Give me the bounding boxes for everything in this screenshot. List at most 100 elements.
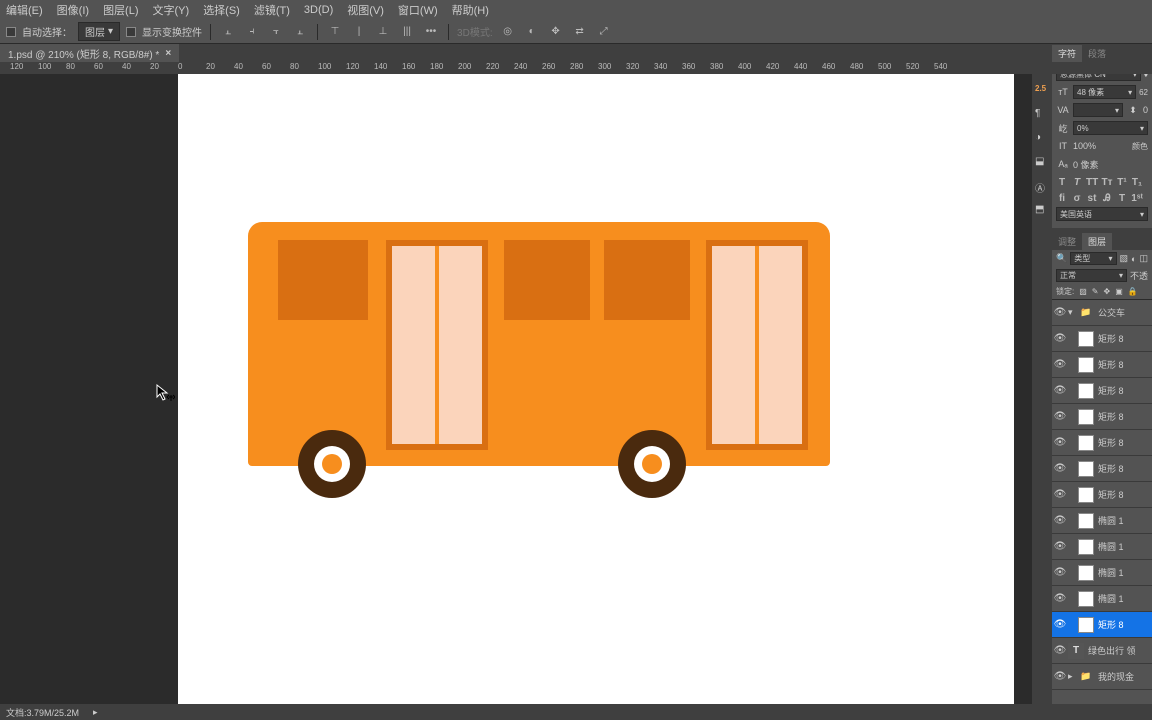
auto-select-checkbox[interactable] — [6, 27, 16, 37]
menu-3d[interactable]: 3D(D) — [304, 4, 333, 16]
panel-icon-5[interactable]: ⬒ — [1035, 204, 1049, 218]
expand-arrow-icon[interactable]: ▸ — [1068, 671, 1078, 682]
layer-row[interactable]: 👁椭圆 1 — [1052, 508, 1152, 534]
vertical-scale[interactable]: 100% — [1073, 141, 1096, 151]
layer-row[interactable]: 👁椭圆 1 — [1052, 534, 1152, 560]
menu-select[interactable]: 选择(S) — [203, 2, 240, 18]
layer-row[interactable]: 👁▾📁公交车 — [1052, 300, 1152, 326]
align-v-bot-icon[interactable]: ⊥ — [374, 23, 392, 41]
visibility-toggle-icon[interactable]: 👁 — [1052, 307, 1068, 318]
lock-all-icon[interactable]: 🔒 — [1128, 287, 1138, 296]
document-tab[interactable]: 1.psd @ 210% (矩形 8, RGB/8#) * × — [0, 44, 179, 62]
layer-row[interactable]: 👁矩形 8 — [1052, 404, 1152, 430]
layers-list[interactable]: 👁▾📁公交车👁矩形 8👁矩形 8👁矩形 8👁矩形 8👁矩形 8👁矩形 8👁矩形 … — [1052, 300, 1152, 720]
visibility-toggle-icon[interactable]: 👁 — [1052, 385, 1068, 396]
lock-artboard-icon[interactable]: ▣ — [1115, 287, 1123, 296]
3d-zoom-icon[interactable]: ⤢ — [595, 23, 613, 41]
layer-row[interactable]: 👁椭圆 1 — [1052, 560, 1152, 586]
align-center-h-icon[interactable]: ⫞ — [243, 23, 261, 41]
align-right-icon[interactable]: ⫟ — [267, 23, 285, 41]
layer-row[interactable]: 👁T绿色出行 领 — [1052, 638, 1152, 664]
font-size-dropdown[interactable]: 48 像素▾ — [1073, 85, 1136, 99]
3d-orbit-icon[interactable]: ◎ — [499, 23, 517, 41]
panel-icon-1[interactable]: ¶ — [1035, 108, 1049, 122]
filter-pixel-icon[interactable]: ▧ — [1120, 253, 1129, 264]
menu-image[interactable]: 图像(I) — [57, 2, 89, 18]
layer-row[interactable]: 👁矩形 8 — [1052, 326, 1152, 352]
visibility-toggle-icon[interactable]: 👁 — [1052, 411, 1068, 422]
close-tab-icon[interactable]: × — [165, 48, 171, 59]
panel-icon-2[interactable]: ◑ — [1035, 132, 1049, 146]
search-icon[interactable]: 🔍 — [1056, 253, 1067, 264]
filter-kind-dropdown[interactable]: 类型▾ — [1070, 252, 1116, 265]
filter-smart-icon[interactable]: ◫ — [1139, 253, 1148, 264]
stylistic-button[interactable]: st — [1086, 193, 1098, 204]
layer-row[interactable]: 👁矩形 8 — [1052, 456, 1152, 482]
ligature-button[interactable]: fi — [1056, 193, 1068, 204]
panel-icon-4[interactable]: Ⓐ — [1035, 180, 1049, 194]
ordinals-button[interactable]: 1ˢᵗ — [1131, 193, 1143, 204]
3d-roll-icon[interactable]: ◐ — [523, 23, 541, 41]
panel-icon-3[interactable]: ⬓ — [1035, 156, 1049, 170]
paragraph-tab[interactable]: 段落 — [1082, 45, 1112, 62]
align-v-top-icon[interactable]: ⊤ — [326, 23, 344, 41]
subscript-button[interactable]: T₁ — [1131, 177, 1143, 188]
layer-row[interactable]: 👁椭圆 1 — [1052, 586, 1152, 612]
menu-help[interactable]: 帮助(H) — [452, 2, 489, 18]
layer-row[interactable]: 👁矩形 8 — [1052, 482, 1152, 508]
kerning-dropdown[interactable]: ▾ — [1073, 103, 1123, 117]
align-v-mid-icon[interactable]: | — [350, 23, 368, 41]
adjustments-tab[interactable]: 调整 — [1052, 233, 1082, 250]
menu-filter[interactable]: 滤镜(T) — [254, 2, 290, 18]
lock-brush-icon[interactable]: ✎ — [1092, 287, 1099, 296]
baseline-shift[interactable]: 0 像素 — [1073, 158, 1099, 171]
visibility-toggle-icon[interactable]: 👁 — [1052, 359, 1068, 370]
layer-row[interactable]: 👁矩形 8 — [1052, 612, 1152, 638]
oldstyle-button[interactable]: σ — [1071, 193, 1083, 204]
visibility-toggle-icon[interactable]: 👁 — [1052, 463, 1068, 474]
lock-position-icon[interactable]: ✥ — [1104, 287, 1111, 296]
layers-tab[interactable]: 图层 — [1082, 233, 1112, 250]
canvas-area[interactable] — [0, 74, 1032, 704]
align-top-icon[interactable]: ⫠ — [291, 23, 309, 41]
distribute-icon[interactable]: ||| — [398, 23, 416, 41]
visibility-toggle-icon[interactable]: 👁 — [1052, 645, 1068, 656]
3d-pan-icon[interactable]: ✥ — [547, 23, 565, 41]
smallcaps-button[interactable]: Tᴛ — [1101, 177, 1113, 188]
target-dropdown[interactable]: 图层▾ — [78, 22, 120, 41]
align-left-icon[interactable]: ⫠ — [219, 23, 237, 41]
visibility-toggle-icon[interactable]: 👁 — [1052, 567, 1068, 578]
menu-view[interactable]: 视图(V) — [347, 2, 384, 18]
filter-adjust-icon[interactable]: ◐ — [1131, 254, 1136, 264]
visibility-toggle-icon[interactable]: 👁 — [1052, 489, 1068, 500]
italic-button[interactable]: T — [1071, 177, 1083, 188]
layer-row[interactable]: 👁矩形 8 — [1052, 378, 1152, 404]
visibility-toggle-icon[interactable]: 👁 — [1052, 619, 1068, 630]
bold-button[interactable]: T — [1056, 177, 1068, 188]
scale-dropdown[interactable]: 0%▾ — [1073, 121, 1148, 135]
status-arrow[interactable]: ▸ — [93, 707, 98, 718]
visibility-toggle-icon[interactable]: 👁 — [1052, 515, 1068, 526]
visibility-toggle-icon[interactable]: 👁 — [1052, 541, 1068, 552]
transform-controls-checkbox[interactable] — [126, 27, 136, 37]
visibility-toggle-icon[interactable]: 👁 — [1052, 437, 1068, 448]
language-dropdown[interactable]: 美国英语▾ — [1056, 207, 1148, 221]
layer-row[interactable]: 👁▸📁我的现金 — [1052, 664, 1152, 690]
visibility-toggle-icon[interactable]: 👁 — [1052, 333, 1068, 344]
swash-button[interactable]: Ꭿ — [1101, 193, 1113, 204]
visibility-toggle-icon[interactable]: 👁 — [1052, 671, 1068, 682]
blend-mode-dropdown[interactable]: 正常▾ — [1056, 269, 1127, 282]
3d-slide-icon[interactable]: ⇄ — [571, 23, 589, 41]
menu-type[interactable]: 文字(Y) — [153, 2, 190, 18]
layer-row[interactable]: 👁矩形 8 — [1052, 352, 1152, 378]
menu-window[interactable]: 窗口(W) — [398, 2, 438, 18]
expand-arrow-icon[interactable]: ▾ — [1068, 307, 1078, 318]
character-tab[interactable]: 字符 — [1052, 45, 1082, 62]
titling-button[interactable]: T — [1116, 193, 1128, 204]
visibility-toggle-icon[interactable]: 👁 — [1052, 593, 1068, 604]
superscript-button[interactable]: T¹ — [1116, 177, 1128, 188]
lock-transparency-icon[interactable]: ▨ — [1079, 287, 1087, 296]
layer-row[interactable]: 👁矩形 8 — [1052, 430, 1152, 456]
more-options-icon[interactable]: ••• — [422, 23, 440, 41]
menu-edit[interactable]: 编辑(E) — [6, 2, 43, 18]
